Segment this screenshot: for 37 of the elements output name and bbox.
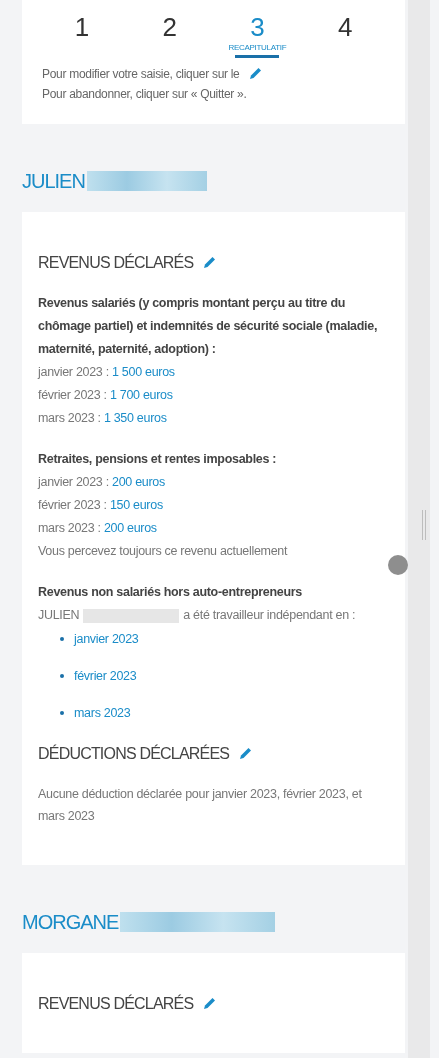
income-heading: Revenus non salariés hors auto-entrepreneurs: [38, 584, 303, 601]
person-name: JULIEN: [22, 169, 85, 193]
section-title: REVENUS DÉCLARÉS: [38, 254, 194, 272]
person-name: MORGANE: [22, 910, 119, 934]
bullet-icon: [60, 674, 64, 678]
bullet-icon: [60, 711, 64, 715]
pencil-icon[interactable]: [247, 66, 264, 82]
deduction-text: Aucune déduction déclarée pour janvier 2023, février 2023, et mars 2023: [38, 786, 363, 825]
income-note: Vous percevez toujours ce revenu actuellement: [38, 543, 289, 560]
month-item: mars 2023: [74, 705, 131, 722]
month-item: janvier 2023: [74, 631, 139, 648]
step-number[interactable]: 1: [74, 12, 90, 42]
instruction-text: Pour abandonner, cliquer sur « Quitter ».: [41, 86, 248, 103]
income-row-text: mars 2023 : 200 euros: [38, 520, 158, 537]
scrollbar-thumb[interactable]: [422, 510, 426, 540]
income-heading: Retraites, pensions et rentes imposables :: [38, 451, 278, 468]
self-employed-text: a été travailleur indépendant en :: [183, 607, 356, 624]
bullet-icon: [60, 637, 64, 641]
section-title: REVENUS DÉCLARÉS: [38, 995, 194, 1013]
section-title: DÉDUCTIONS DÉCLARÉES: [38, 745, 230, 763]
step-number[interactable]: 3: [250, 12, 265, 42]
month-item: février 2023: [74, 668, 137, 685]
income-heading: Revenus salariés (y compris montant perçu au titre du chômage partiel) et indemnités de sécurité sociale (maladie, maternité, paternité, adoption) :: [38, 295, 379, 358]
step-number[interactable]: 2: [162, 12, 177, 42]
income-row-text: février 2023 : 150 euros: [38, 497, 164, 514]
person-first-name: JULIEN: [38, 607, 80, 624]
income-row-text: janvier 2023 : 1 500 euros: [38, 364, 176, 381]
income-row-text: février 2023 : 1 700 euros: [38, 387, 174, 404]
pencil-icon[interactable]: [237, 746, 254, 762]
income-row-text: mars 2023 : 1 350 euros: [38, 410, 168, 427]
pencil-icon[interactable]: [201, 996, 218, 1012]
income-row-text: janvier 2023 : 200 euros: [38, 474, 166, 491]
instruction-text: Pour modifier votre saisie, cliquer sur le: [41, 66, 240, 83]
step-caption: RECAPITULATIF: [228, 43, 287, 52]
active-step-underline: [235, 55, 280, 58]
pencil-icon[interactable]: [201, 255, 218, 271]
step-number[interactable]: 4: [337, 12, 353, 42]
